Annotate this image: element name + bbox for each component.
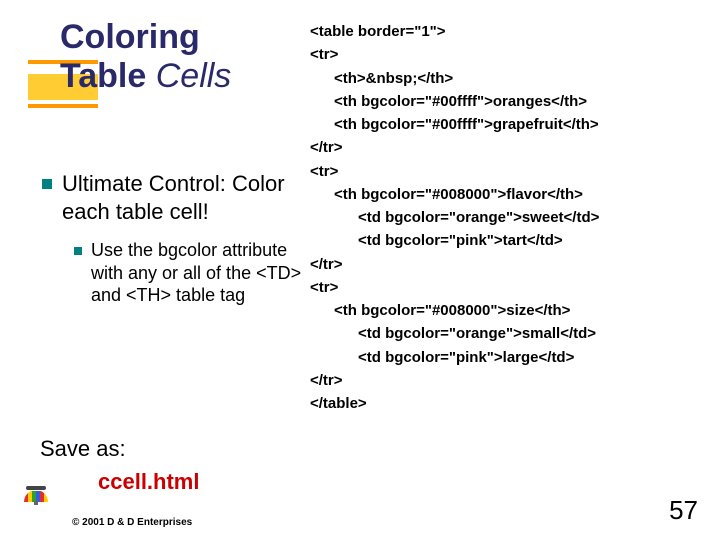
code-line: <td bgcolor="orange">small</td> (310, 322, 710, 345)
code-line: </tr> (310, 253, 710, 276)
slide-title: Coloring Table Cells (60, 18, 231, 96)
code-sample: <table border="1"> <tr> <th>&nbsp;</th> … (310, 20, 710, 415)
code-line: </table> (310, 392, 710, 415)
code-line: <th bgcolor="#00ffff">oranges</th> (310, 90, 710, 113)
title-line1: Coloring (60, 18, 200, 56)
bullet-level2: Use the bgcolor attribute with any or al… (74, 239, 302, 307)
code-line: <tr> (310, 43, 710, 66)
code-line: <th bgcolor="#008000">flavor</th> (310, 183, 710, 206)
title-line2a: Table (60, 57, 156, 95)
bullet-square-icon (74, 247, 82, 255)
code-line: <td bgcolor="pink">large</td> (310, 346, 710, 369)
code-line: <td bgcolor="pink">tart</td> (310, 229, 710, 252)
save-label: Save as: (40, 436, 126, 461)
bullet-l1-text: Ultimate Control: Color each table cell! (62, 170, 302, 225)
code-line: </tr> (310, 136, 710, 159)
page-number: 57 (669, 495, 698, 526)
code-line: <tr> (310, 276, 710, 299)
slide: Coloring Table Cells Ultimate Control: C… (0, 0, 720, 540)
code-line: <tr> (310, 160, 710, 183)
code-line: <th bgcolor="#00ffff">grapefruit</th> (310, 113, 710, 136)
code-line: <td bgcolor="orange">sweet</td> (310, 206, 710, 229)
save-filename: ccell.html (98, 468, 199, 497)
body-text-left: Ultimate Control: Color each table cell!… (42, 170, 302, 307)
code-line: <th bgcolor="#008000">size</th> (310, 299, 710, 322)
save-as-block: Save as: ccell.html (40, 435, 199, 496)
title-line2b: Cells (156, 57, 232, 95)
copyright-text: © 2001 D & D Enterprises (72, 517, 192, 528)
beanie-logo-icon (14, 490, 58, 528)
code-line: </tr> (310, 369, 710, 392)
bullet-square-icon (42, 179, 52, 189)
bullet-l2-text: Use the bgcolor attribute with any or al… (91, 239, 302, 307)
code-line: <table border="1"> (310, 20, 710, 43)
bullet-level1: Ultimate Control: Color each table cell! (42, 170, 302, 225)
code-line: <th>&nbsp;</th> (310, 67, 710, 90)
